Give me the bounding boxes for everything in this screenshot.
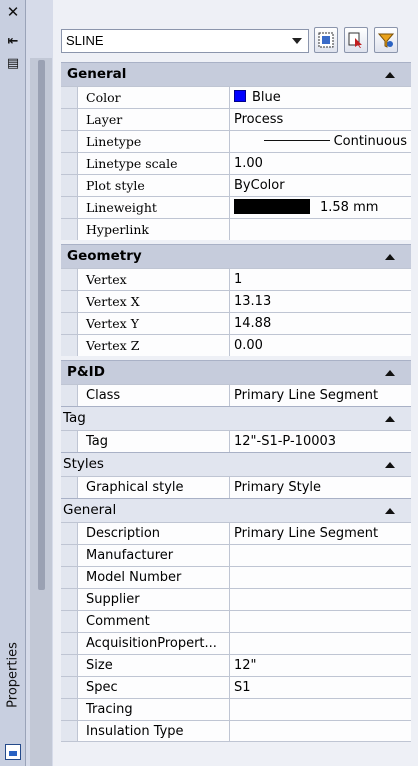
property-row-class[interactable]: Class Primary Line Segment — [61, 384, 411, 406]
property-row-vertex-z[interactable]: Vertex Z 0.00 — [61, 334, 411, 356]
properties-panel: SLINE General Color Blue Layer Process L… — [53, 0, 418, 766]
select-objects-button[interactable] — [344, 27, 368, 53]
property-row-vertex-x[interactable]: Vertex X 13.13 — [61, 290, 411, 312]
selection-toolbar: SLINE — [61, 25, 411, 55]
collapse-icon[interactable] — [385, 72, 395, 78]
collapse-icon[interactable] — [385, 508, 395, 514]
property-row-layer[interactable]: Layer Process — [61, 108, 411, 130]
property-row-tag[interactable]: Tag 12"-S1-P-10003 — [61, 430, 411, 452]
property-row-graphical-style[interactable]: Graphical style Primary Style — [61, 476, 411, 498]
property-row-acquisition[interactable]: AcquisitionPropert... — [61, 632, 411, 654]
object-type-dropdown[interactable]: SLINE — [61, 29, 309, 53]
chevron-down-icon — [292, 38, 302, 44]
pickadd-icon — [318, 32, 334, 48]
property-row-comment[interactable]: Comment — [61, 610, 411, 632]
property-row-linetype[interactable]: Linetype Continuous — [61, 130, 411, 152]
property-row-linetype-scale[interactable]: Linetype scale 1.00 — [61, 152, 411, 174]
collapse-icon[interactable] — [385, 370, 395, 376]
property-row-plot-style[interactable]: Plot style ByColor — [61, 174, 411, 196]
property-row-tracing[interactable]: Tracing — [61, 698, 411, 720]
section-pid[interactable]: P&ID — [61, 360, 411, 384]
property-row-description[interactable]: Description Primary Line Segment — [61, 522, 411, 544]
collapse-icon[interactable] — [385, 462, 395, 468]
select-objects-icon — [348, 32, 362, 48]
property-row-size[interactable]: Size 12" — [61, 654, 411, 676]
property-row-insulation-type[interactable]: Insulation Type — [61, 720, 411, 742]
object-type-value: SLINE — [66, 33, 104, 48]
property-row-model-number[interactable]: Model Number — [61, 566, 411, 588]
linetype-sample — [263, 140, 330, 141]
autohide-icon[interactable]: ⇤ — [5, 34, 21, 50]
lineweight-sample — [234, 199, 310, 214]
property-row-hyperlink[interactable]: Hyperlink — [61, 218, 411, 240]
palette-title-bar: ✕ ⇤ ▤ Properties — [0, 0, 26, 766]
section-general[interactable]: General — [61, 62, 411, 86]
quick-select-button[interactable] — [374, 27, 398, 53]
section-tag[interactable]: Tag — [61, 406, 411, 430]
section-general-pid[interactable]: General — [61, 498, 411, 522]
collapse-icon[interactable] — [385, 254, 395, 260]
toggle-pickadd-button[interactable] — [314, 27, 338, 53]
property-row-spec[interactable]: Spec S1 — [61, 676, 411, 698]
funnel-icon — [378, 33, 394, 48]
property-grid: General Color Blue Layer Process Linetyp… — [61, 62, 411, 742]
palette-title: Properties — [5, 642, 21, 708]
collapse-icon[interactable] — [385, 416, 395, 422]
section-styles[interactable]: Styles — [61, 452, 411, 476]
properties-menu-icon[interactable]: ▤ — [5, 56, 21, 72]
close-icon[interactable]: ✕ — [5, 4, 21, 20]
palette-icon[interactable] — [5, 744, 21, 760]
property-row-color[interactable]: Color Blue — [61, 86, 411, 108]
property-row-lineweight[interactable]: Lineweight 1.58 mm — [61, 196, 411, 218]
property-row-vertex[interactable]: Vertex 1 — [61, 268, 411, 290]
property-row-vertex-y[interactable]: Vertex Y 14.88 — [61, 312, 411, 334]
scrollbar-thumb[interactable] — [38, 60, 45, 590]
section-geometry[interactable]: Geometry — [61, 244, 411, 268]
color-swatch — [234, 90, 246, 102]
property-row-manufacturer[interactable]: Manufacturer — [61, 544, 411, 566]
property-row-supplier[interactable]: Supplier — [61, 588, 411, 610]
